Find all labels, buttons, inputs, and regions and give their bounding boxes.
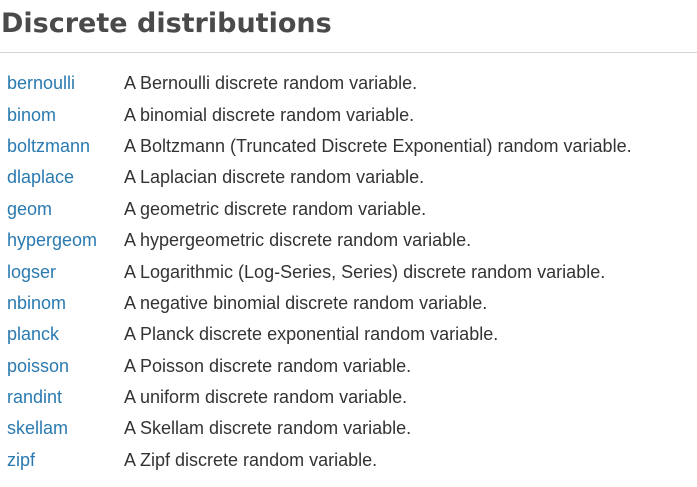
distribution-table-body: bernoulli A Bernoulli discrete random va… [7,68,632,476]
table-row: hypergeom A hypergeometric discrete rand… [7,225,632,256]
description-cell: A Laplacian discrete random variable. [124,167,425,188]
description-cell: A Logarithmic (Log-Series, Series) discr… [124,261,606,282]
table-row: zipf A Zipf discrete random variable. [7,445,632,476]
distribution-table: bernoulli A Bernoulli discrete random va… [7,68,632,476]
distribution-link-hypergeom[interactable]: hypergeom [7,230,97,250]
name-cell: binom [7,99,124,130]
distribution-link-binom[interactable]: binom [7,105,56,125]
distribution-link-poisson[interactable]: poisson [7,356,69,376]
table-row: nbinom A negative binomial discrete rand… [7,288,632,319]
name-cell: nbinom [7,288,124,319]
page-title: Discrete distributions [1,8,332,39]
name-cell: zipf [7,445,124,476]
table-row: geom A geometric discrete random variabl… [7,194,632,225]
description-cell: A hypergeometric discrete random variabl… [124,230,472,251]
name-cell: poisson [7,351,124,382]
description-cell: A Boltzmann (Truncated Discrete Exponent… [124,135,632,156]
name-cell: randint [7,382,124,413]
distribution-link-boltzmann[interactable]: boltzmann [7,136,90,156]
description-cell: A Skellam discrete random variable. [124,418,412,439]
description-cell: A Planck discrete exponential random var… [124,324,499,345]
name-cell: logser [7,256,124,287]
table-row: logser A Logarithmic (Log-Series, Series… [7,256,632,287]
name-cell: planck [7,319,124,350]
name-cell: bernoulli [7,68,124,99]
description-cell: A Poisson discrete random variable. [124,355,412,376]
table-row: skellam A Skellam discrete random variab… [7,413,632,444]
table-row: dlaplace A Laplacian discrete random var… [7,162,632,193]
table-row: bernoulli A Bernoulli discrete random va… [7,68,632,99]
distribution-link-skellam[interactable]: skellam [7,418,68,438]
description-cell: A geometric discrete random variable. [124,198,427,219]
table-row: poisson A Poisson discrete random variab… [7,351,632,382]
name-cell: skellam [7,413,124,444]
table-row: binom A binomial discrete random variabl… [7,99,632,130]
table-row: planck A Planck discrete exponential ran… [7,319,632,350]
description-cell: A uniform discrete random variable. [124,387,408,408]
name-cell: hypergeom [7,225,124,256]
name-cell: dlaplace [7,162,124,193]
description-cell: A binomial discrete random variable. [124,104,415,125]
distribution-link-randint[interactable]: randint [7,387,62,407]
distribution-link-bernoulli[interactable]: bernoulli [7,73,75,93]
distribution-link-planck[interactable]: planck [7,324,59,344]
distribution-link-zipf[interactable]: zipf [7,450,35,470]
description-cell: A Bernoulli discrete random variable. [124,73,418,94]
distribution-link-dlaplace[interactable]: dlaplace [7,167,74,187]
description-cell: A negative binomial discrete random vari… [124,292,488,313]
table-row: randint A uniform discrete random variab… [7,382,632,413]
description-cell: A Zipf discrete random variable. [124,449,378,470]
table-row: boltzmann A Boltzmann (Truncated Discret… [7,131,632,162]
name-cell: boltzmann [7,131,124,162]
distribution-link-logser[interactable]: logser [7,262,56,282]
distribution-link-nbinom[interactable]: nbinom [7,293,66,313]
name-cell: geom [7,194,124,225]
distribution-link-geom[interactable]: geom [7,199,52,219]
title-divider [0,52,697,53]
